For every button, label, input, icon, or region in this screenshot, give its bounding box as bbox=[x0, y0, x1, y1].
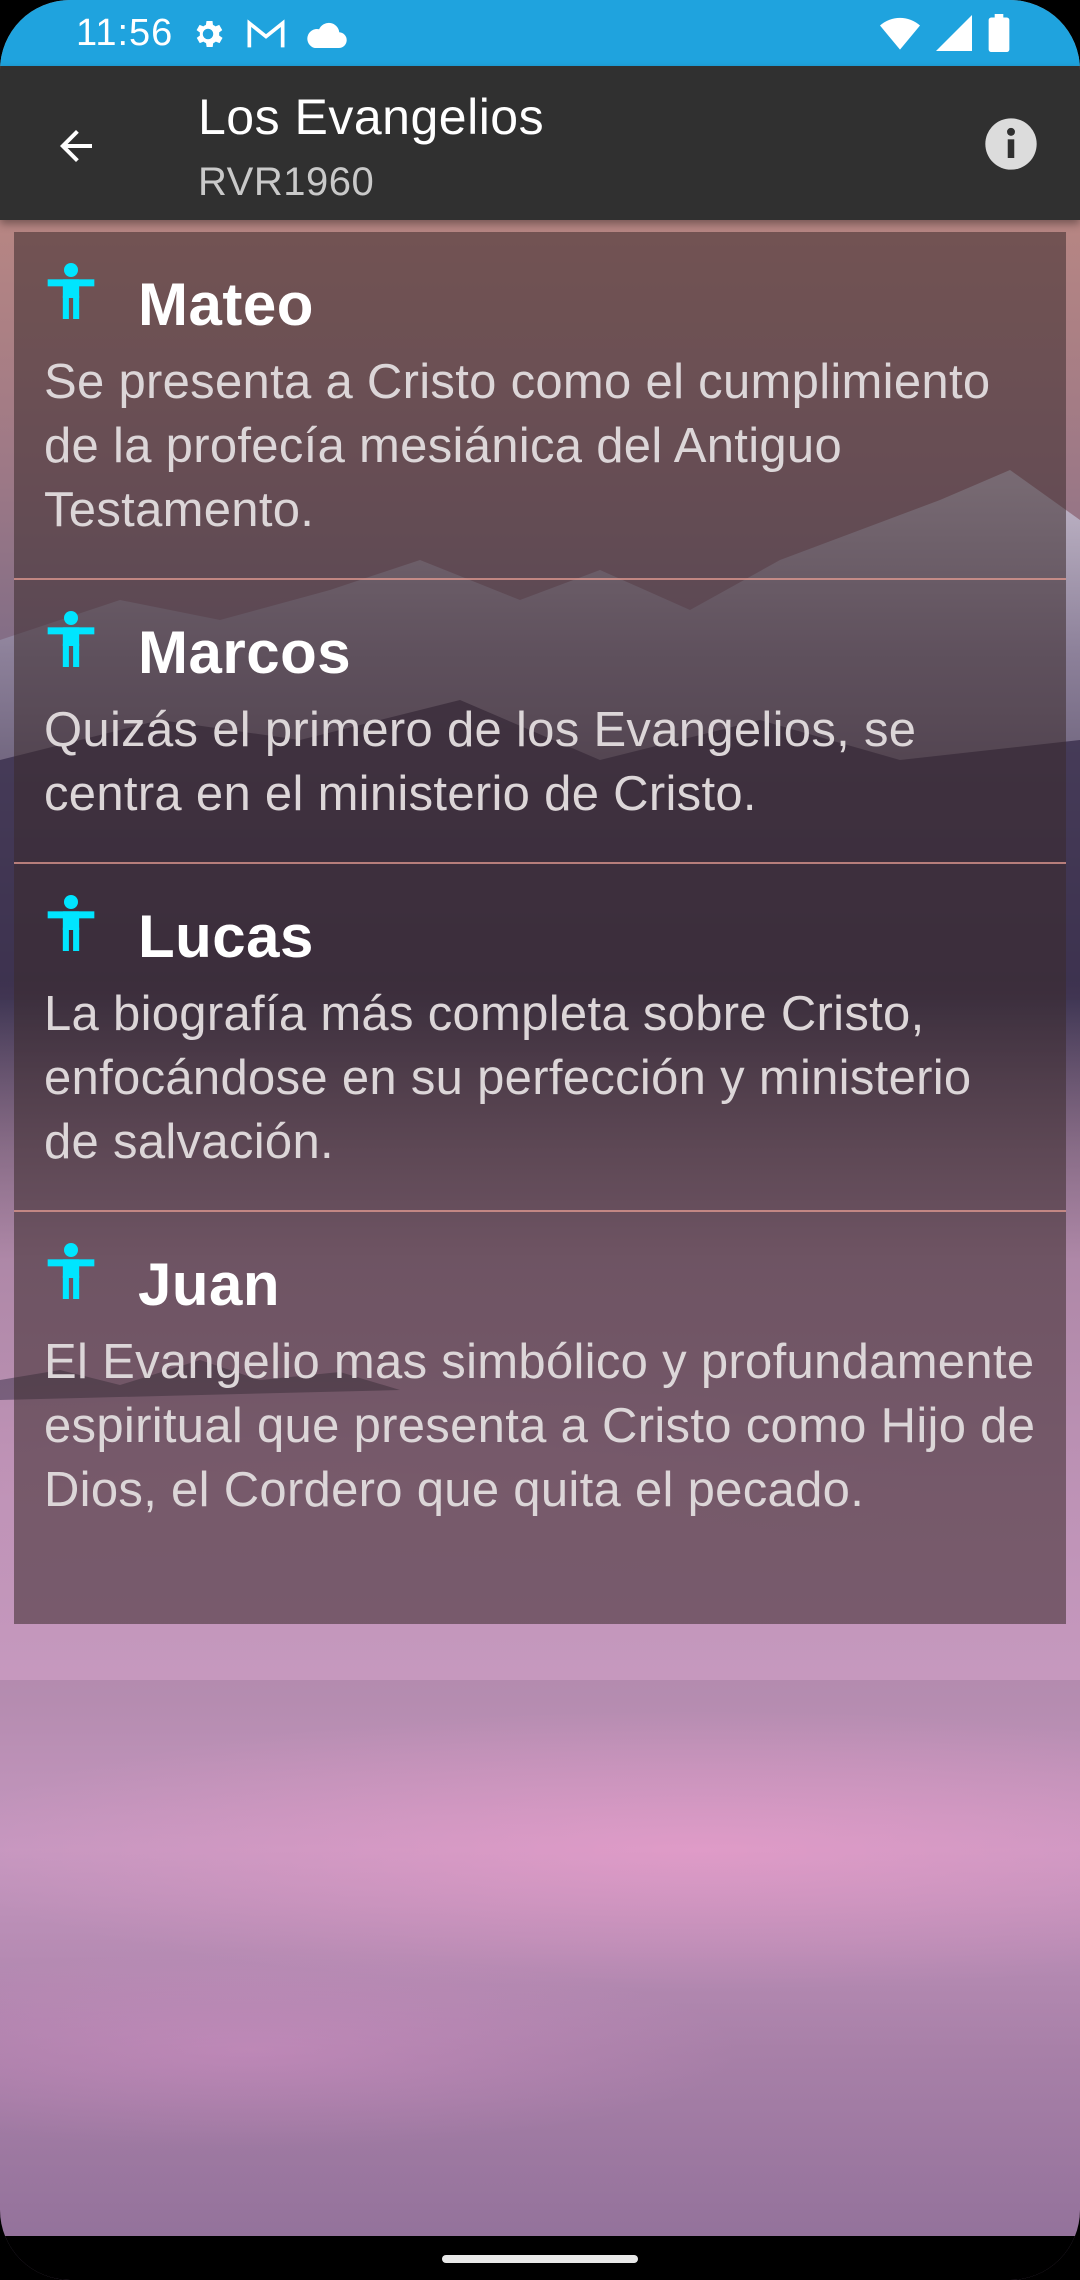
book-title: Mateo bbox=[138, 270, 314, 338]
status-time: 11:56 bbox=[76, 12, 174, 54]
battery-icon bbox=[988, 14, 1010, 52]
book-title: Juan bbox=[138, 1250, 281, 1318]
list-item-juan[interactable]: Juan El Evangelio mas simbólico y profun… bbox=[14, 1212, 1066, 1624]
app-bar: Los Evangelios RVR1960 bbox=[0, 66, 1080, 220]
list-item-header: Lucas bbox=[44, 895, 1036, 970]
book-description: La biografía más completa sobre Cristo, … bbox=[44, 987, 972, 1169]
book-title: Marcos bbox=[138, 618, 352, 686]
gear-icon bbox=[196, 20, 223, 48]
book-description: El Evangelio mas simbólico y profundamen… bbox=[44, 1335, 1036, 1517]
back-button[interactable] bbox=[40, 114, 112, 178]
wifi-icon bbox=[880, 17, 920, 50]
home-indicator[interactable] bbox=[442, 2255, 638, 2263]
list-item-header: Mateo bbox=[44, 263, 1036, 338]
book-description: Quizás el primero de los Evangelios, se … bbox=[44, 703, 917, 821]
gmail-icon bbox=[247, 19, 285, 48]
status-system-icons bbox=[880, 12, 1010, 54]
person-icon bbox=[47, 895, 95, 951]
screen: 11:56 Los Evangelios RVR1960 Mateo Se pr… bbox=[0, 0, 1080, 2280]
list-item-marcos[interactable]: Marcos Quizás el primero de los Evangeli… bbox=[14, 580, 1066, 864]
status-bar: 11:56 bbox=[0, 0, 1080, 66]
gospel-list: Mateo Se presenta a Cristo como el cumpl… bbox=[14, 232, 1066, 1624]
list-item-mateo[interactable]: Mateo Se presenta a Cristo como el cumpl… bbox=[14, 232, 1066, 580]
book-title: Lucas bbox=[138, 902, 314, 970]
person-icon bbox=[47, 1243, 95, 1299]
list-item-lucas[interactable]: Lucas La biografía más completa sobre Cr… bbox=[14, 864, 1066, 1212]
info-icon bbox=[985, 118, 1037, 170]
cloud-icon bbox=[307, 22, 347, 49]
list-item-header: Juan bbox=[44, 1243, 1036, 1318]
page-title: Los Evangelios bbox=[198, 89, 545, 145]
person-icon bbox=[47, 263, 95, 319]
arrow-left-icon bbox=[60, 130, 92, 162]
list-item-header: Marcos bbox=[44, 611, 1036, 686]
page-subtitle: RVR1960 bbox=[198, 160, 375, 204]
signal-icon bbox=[936, 15, 972, 51]
person-icon bbox=[47, 611, 95, 667]
info-button[interactable] bbox=[982, 115, 1040, 173]
book-description: Se presenta a Cristo como el cumplimient… bbox=[44, 355, 991, 537]
status-notification-icons bbox=[190, 14, 348, 54]
